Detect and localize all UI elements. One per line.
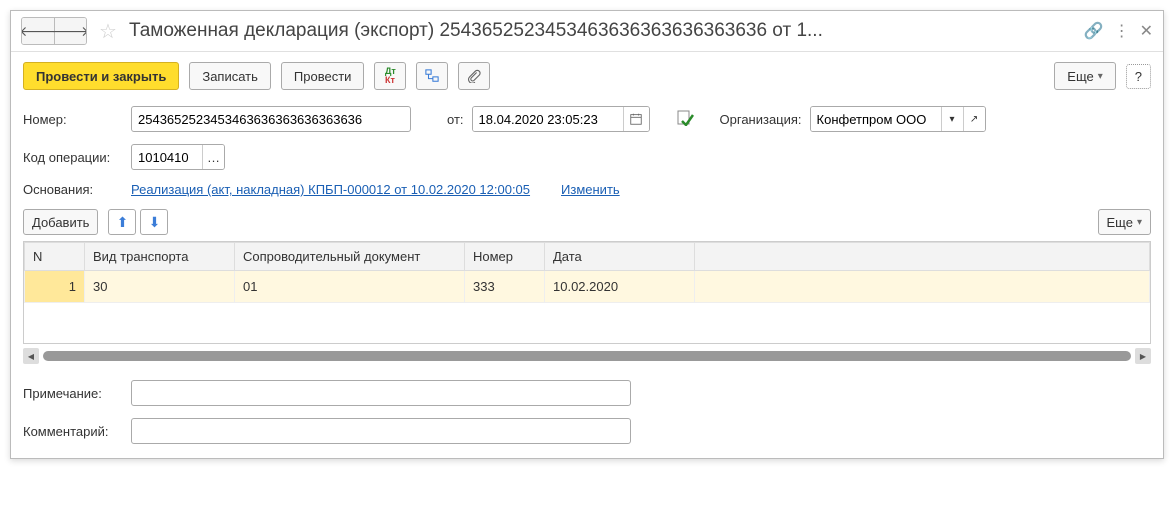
back-button[interactable]: 🡐	[22, 18, 54, 44]
forward-button[interactable]: 🡒	[54, 18, 86, 44]
data-grid: N Вид транспорта Сопроводительный докуме…	[23, 241, 1151, 344]
scroll-right-icon[interactable]: ▶	[1135, 348, 1151, 364]
opcode-input[interactable]	[132, 145, 202, 169]
table-row[interactable]: 1 30 01 333 10.02.2020	[25, 271, 1150, 303]
number-input[interactable]	[131, 106, 411, 132]
col-num[interactable]: Номер	[465, 243, 545, 271]
grid-empty-area	[24, 303, 1150, 343]
opcode-label: Код операции:	[23, 150, 123, 165]
org-dropdown-icon[interactable]: ▾	[941, 107, 963, 131]
col-date[interactable]: Дата	[545, 243, 695, 271]
comment-input[interactable]	[131, 418, 631, 444]
org-label: Организация:	[720, 112, 802, 127]
move-down-button[interactable]: ⬇	[140, 209, 168, 235]
window-title: Таможенная декларация (экспорт) 25436525…	[129, 20, 1078, 42]
table-header-row: N Вид транспорта Сопроводительный докуме…	[25, 243, 1150, 271]
help-button[interactable]: ?	[1126, 64, 1151, 89]
post-button[interactable]: Провести	[281, 62, 365, 90]
date-label: от:	[447, 112, 464, 127]
favorite-star-icon[interactable]: ☆	[99, 19, 117, 44]
dtkt-button[interactable]: ДтКт	[374, 62, 406, 90]
org-input[interactable]	[811, 107, 941, 131]
add-button[interactable]: Добавить	[23, 209, 98, 235]
opcode-select-icon[interactable]: …	[202, 145, 224, 169]
scroll-left-icon[interactable]: ◀	[23, 348, 39, 364]
nav-group: 🡐 🡒	[21, 17, 87, 45]
basis-change-link[interactable]: Изменить	[561, 182, 620, 197]
org-open-icon[interactable]: ↗	[963, 107, 985, 131]
move-up-button[interactable]: ⬆	[108, 209, 136, 235]
close-icon[interactable]: ✕	[1140, 21, 1153, 41]
scroll-track[interactable]	[43, 351, 1131, 361]
table-more-button[interactable]: Еще	[1098, 209, 1151, 235]
table-toolbar: Добавить ⬆ ⬇ Еще	[11, 203, 1163, 241]
date-input[interactable]	[473, 107, 623, 131]
kebab-menu-icon[interactable]: ⋮	[1114, 21, 1130, 41]
posted-status-icon	[676, 108, 694, 131]
comment-label: Комментарий:	[23, 424, 123, 439]
col-doc[interactable]: Сопроводительный документ	[235, 243, 465, 271]
titlebar: 🡐 🡒 ☆ Таможенная декларация (экспорт) 25…	[11, 11, 1163, 52]
horizontal-scrollbar[interactable]: ◀ ▶	[23, 348, 1151, 364]
calendar-icon[interactable]	[623, 107, 649, 131]
main-toolbar: Провести и закрыть Записать Провести ДтК…	[11, 52, 1163, 100]
post-and-close-button[interactable]: Провести и закрыть	[23, 62, 179, 90]
col-n[interactable]: N	[25, 243, 85, 271]
cell-doc[interactable]: 01	[235, 271, 465, 303]
note-input[interactable]	[131, 380, 631, 406]
cell-transport[interactable]: 30	[85, 271, 235, 303]
attach-button[interactable]	[458, 62, 490, 90]
structure-button[interactable]	[416, 62, 448, 90]
basis-link[interactable]: Реализация (акт, накладная) КПБП-000012 …	[131, 182, 530, 197]
cell-n[interactable]: 1	[25, 271, 85, 303]
link-icon[interactable]: 🔗	[1084, 21, 1104, 41]
more-button[interactable]: Еще	[1054, 62, 1115, 90]
col-empty	[695, 243, 1150, 271]
cell-empty	[695, 271, 1150, 303]
basis-label: Основания:	[23, 182, 123, 197]
col-transport[interactable]: Вид транспорта	[85, 243, 235, 271]
number-label: Номер:	[23, 112, 123, 127]
cell-date[interactable]: 10.02.2020	[545, 271, 695, 303]
note-label: Примечание:	[23, 386, 123, 401]
cell-num[interactable]: 333	[465, 271, 545, 303]
write-button[interactable]: Записать	[189, 62, 271, 90]
